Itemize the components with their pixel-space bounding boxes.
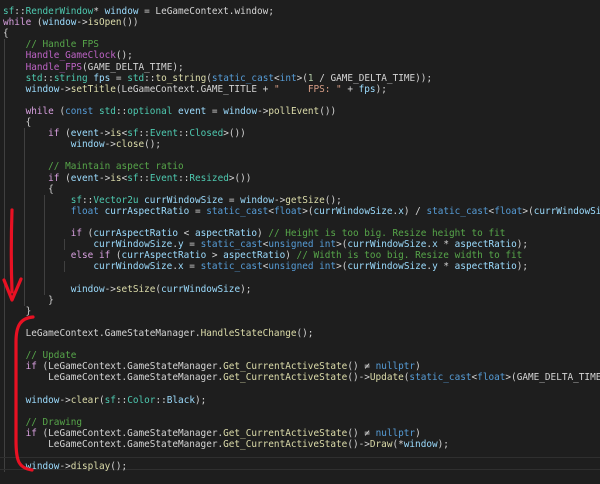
annotation-bracket [14, 315, 35, 472]
red-annotation [2, 208, 35, 472]
annotation-arrow-shaft [9, 208, 14, 294]
code-editor[interactable]: sf::RenderWindow* window = LeGameContext… [0, 0, 600, 484]
